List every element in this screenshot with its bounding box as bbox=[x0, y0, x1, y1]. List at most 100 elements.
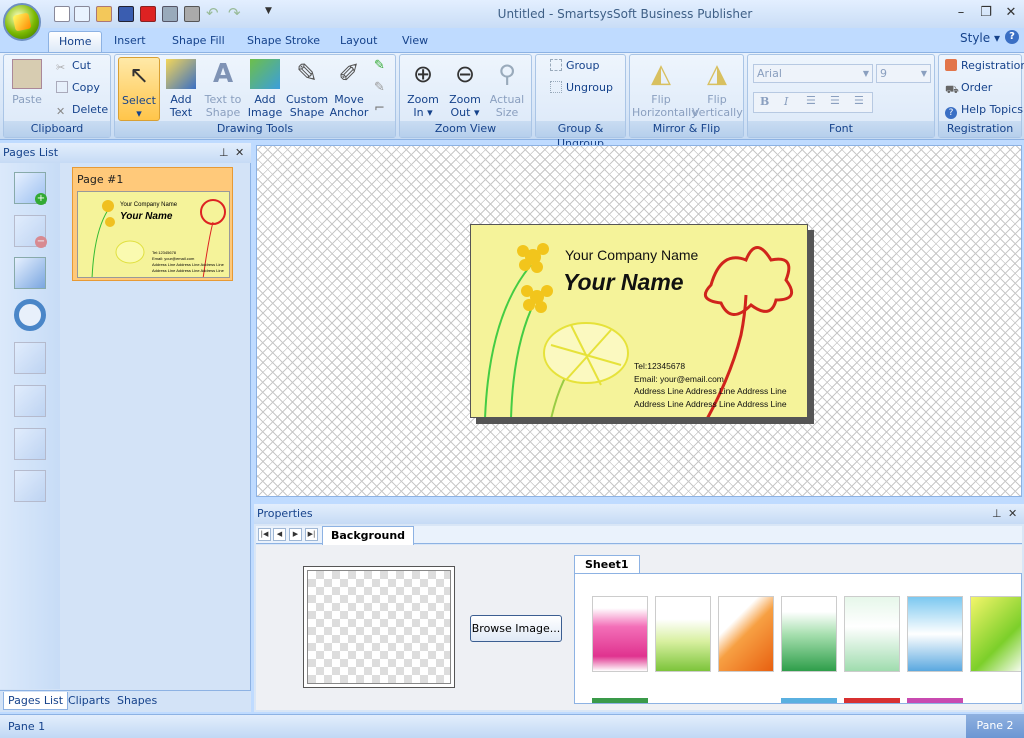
close-window-icon[interactable]: ✕ bbox=[1000, 4, 1022, 22]
zoom-in-label-1: Zoom bbox=[407, 93, 439, 106]
tab-pages-list[interactable]: Pages List bbox=[3, 692, 69, 710]
background-templates-gallery bbox=[574, 573, 1022, 704]
bold-button[interactable]: B bbox=[760, 95, 769, 108]
thumb-addr2: Address Line Address Line Address Line bbox=[152, 268, 225, 273]
add-image-button[interactable]: Add Image bbox=[244, 57, 286, 121]
custom-shape-button[interactable]: ✎ Custom Shape bbox=[286, 57, 328, 121]
move-page-bottom-icon[interactable] bbox=[14, 470, 46, 502]
tab-view[interactable]: View bbox=[392, 31, 438, 52]
thumb-email: Email: your@email.com bbox=[152, 256, 195, 261]
tab-background[interactable]: Background bbox=[322, 526, 415, 545]
zoom-out-button[interactable]: ⊖ Zoom Out ▾ bbox=[444, 57, 486, 121]
card-contact-block[interactable]: Tel:12345678 Email: your@email.com Addre… bbox=[634, 360, 787, 410]
cut-button[interactable]: ✂ Cut bbox=[56, 56, 91, 76]
last-tab-icon[interactable]: ▶| bbox=[305, 528, 318, 541]
copy-button[interactable]: Copy bbox=[56, 78, 100, 98]
template-thumbnail[interactable] bbox=[844, 596, 900, 672]
align-right-icon[interactable]: ☰ bbox=[854, 94, 864, 107]
first-tab-icon[interactable]: |◀ bbox=[258, 528, 271, 541]
tab-layout[interactable]: Layout bbox=[330, 31, 387, 52]
zoom-out-label-1: Zoom bbox=[449, 93, 481, 106]
tab-shape-fill[interactable]: Shape Fill bbox=[162, 31, 235, 52]
font-size-value: 9 bbox=[880, 67, 887, 80]
font-size-select[interactable]: 9 ▼ bbox=[876, 64, 931, 83]
card-address-line-1: Address Line Address Line Address Line bbox=[634, 386, 787, 396]
card-company-name[interactable]: Your Company Name bbox=[565, 247, 698, 263]
rotate-page-icon[interactable] bbox=[14, 299, 46, 331]
template-thumbnail[interactable] bbox=[592, 698, 648, 703]
browse-image-button[interactable]: Browse Image... bbox=[470, 615, 562, 642]
group-registration: Registration ⛟ Order ? Help Topics Registr… bbox=[938, 54, 1024, 138]
template-thumbnail[interactable] bbox=[718, 596, 774, 672]
cut-label: Cut bbox=[72, 59, 91, 72]
move-page-up-icon[interactable] bbox=[14, 385, 46, 417]
flip-horizontally-button[interactable]: ◭ Flip Horizontally bbox=[632, 57, 698, 121]
pin-icon[interactable]: ⊥ bbox=[219, 143, 229, 163]
font-family-select[interactable]: Arial ▼ bbox=[753, 64, 873, 83]
align-center-icon[interactable]: ☰ bbox=[830, 94, 840, 107]
text-to-shape-button[interactable]: A Text to Shape bbox=[202, 57, 244, 121]
custom-shape-label-1: Custom bbox=[286, 93, 329, 106]
template-thumbnail[interactable] bbox=[970, 596, 1021, 672]
help-icon[interactable]: ? bbox=[1005, 30, 1019, 44]
delete-page-icon[interactable]: − bbox=[14, 215, 47, 248]
paste-button[interactable]: Paste bbox=[6, 57, 48, 121]
thumb-company: Your Company Name bbox=[120, 202, 178, 208]
remove-anchor-icon[interactable]: ✎ bbox=[374, 80, 385, 95]
template-thumbnail[interactable] bbox=[655, 596, 711, 672]
duplicate-page-icon[interactable] bbox=[14, 257, 46, 289]
restore-icon[interactable]: ❐ bbox=[975, 4, 997, 22]
business-card[interactable]: Your Company Name Your Name Tel:12345678… bbox=[470, 224, 808, 418]
add-page-icon[interactable]: + bbox=[14, 172, 47, 205]
convert-anchor-icon[interactable]: ⌐ bbox=[374, 101, 385, 116]
order-button[interactable]: ⛟ Order bbox=[945, 78, 992, 98]
page-thumbnail[interactable]: Page #1 Your Company Name Your Name Tel:… bbox=[72, 167, 233, 281]
add-anchor-icon[interactable]: ✎ bbox=[374, 58, 385, 73]
template-thumbnail[interactable] bbox=[781, 596, 837, 672]
pen-icon: ✎ bbox=[296, 59, 318, 89]
group-caption-mirror-flip: Mirror & Flip bbox=[630, 121, 743, 137]
group-zoom-view: ⊕ Zoom In ▾ ⊖ Zoom Out ▾ ⚲ Actual Size Zoom Vi… bbox=[399, 54, 532, 138]
prev-tab-icon[interactable]: ◀ bbox=[273, 528, 286, 541]
custom-shape-label-2: Shape bbox=[289, 106, 325, 119]
chevron-down-icon: ▼ bbox=[920, 69, 927, 78]
template-thumbnail[interactable] bbox=[907, 698, 963, 703]
close-panel-icon[interactable]: ✕ bbox=[1008, 504, 1017, 524]
font-style-toolbar: B I ☰ ☰ ☰ bbox=[753, 92, 873, 113]
style-menu[interactable]: Style ▾ bbox=[960, 31, 1000, 45]
group-button[interactable]: Group bbox=[550, 56, 600, 76]
next-tab-icon[interactable]: ▶ bbox=[289, 528, 302, 541]
tab-home[interactable]: Home bbox=[48, 31, 103, 52]
registration-button[interactable]: Registration bbox=[945, 56, 1024, 76]
help-topics-label: Help Topics bbox=[961, 103, 1023, 116]
template-thumbnail[interactable] bbox=[844, 698, 900, 703]
application-menu-button[interactable] bbox=[3, 3, 41, 41]
tab-shapes[interactable]: Shapes bbox=[113, 692, 161, 710]
flip-vertically-button[interactable]: ◮ Flip Vertically bbox=[692, 57, 743, 121]
move-page-top-icon[interactable] bbox=[14, 342, 46, 374]
align-left-icon[interactable]: ☰ bbox=[806, 94, 816, 107]
template-thumbnail[interactable] bbox=[907, 596, 963, 672]
move-page-down-icon[interactable] bbox=[14, 428, 46, 460]
paste-icon bbox=[12, 59, 42, 89]
italic-button[interactable]: I bbox=[784, 95, 788, 108]
template-thumbnail[interactable] bbox=[781, 698, 837, 703]
delete-button[interactable]: ✕ Delete bbox=[56, 100, 108, 120]
actual-size-button[interactable]: ⚲ Actual Size bbox=[486, 57, 528, 121]
ungroup-button[interactable]: Ungroup bbox=[550, 78, 613, 98]
tab-cliparts[interactable]: Cliparts bbox=[64, 692, 114, 710]
close-panel-icon[interactable]: ✕ bbox=[235, 143, 244, 163]
minimize-icon[interactable]: – bbox=[950, 4, 972, 22]
tab-insert[interactable]: Insert bbox=[104, 31, 156, 52]
zoom-in-button[interactable]: ⊕ Zoom In ▾ bbox=[402, 57, 444, 121]
add-text-button[interactable]: Add Text bbox=[160, 57, 202, 121]
template-thumbnail[interactable] bbox=[592, 596, 648, 672]
tab-sheet1[interactable]: Sheet1 bbox=[574, 555, 640, 574]
move-anchor-button[interactable]: ✐ Move Anchor bbox=[328, 57, 370, 121]
help-topics-button[interactable]: ? Help Topics bbox=[945, 100, 1023, 120]
add-text-label-1: Add bbox=[170, 93, 192, 106]
card-person-name[interactable]: Your Name bbox=[563, 269, 684, 296]
select-button[interactable]: ↖ Select ▾ bbox=[118, 57, 160, 121]
pin-icon[interactable]: ⊥ bbox=[992, 504, 1002, 524]
tab-shape-stroke[interactable]: Shape Stroke bbox=[237, 31, 330, 52]
